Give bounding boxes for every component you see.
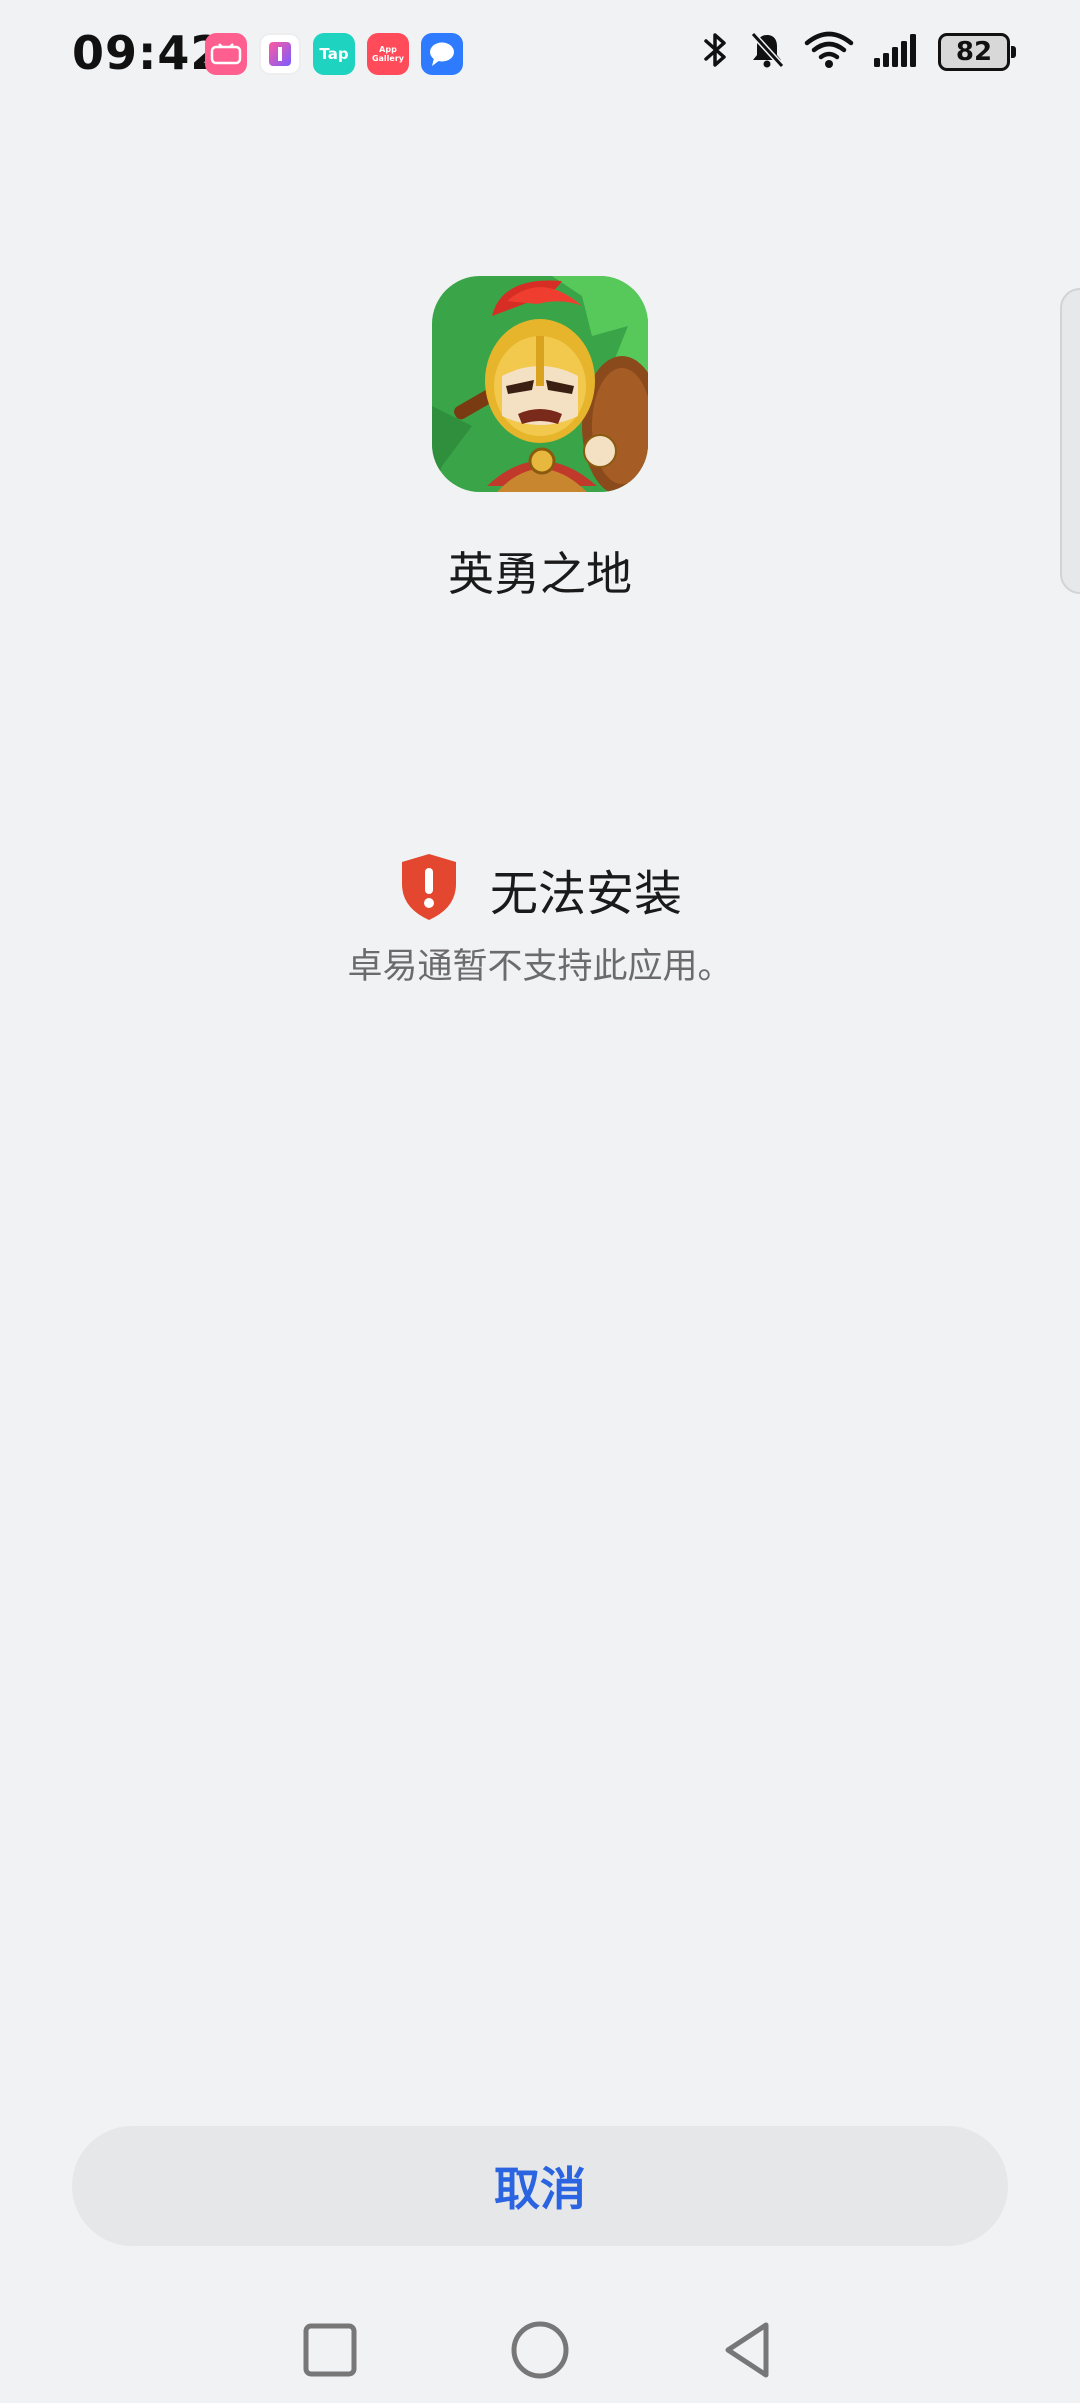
status-bar: 09:42 Tap App Gallery 82 xyxy=(0,0,1080,110)
home-icon[interactable] xyxy=(500,2310,580,2390)
bluetooth-icon xyxy=(702,30,730,74)
battery-indicator: 82 xyxy=(938,33,1016,71)
taptap-icon: Tap xyxy=(313,33,355,75)
warning-shield-icon xyxy=(398,852,460,926)
signal-icon xyxy=(872,32,920,72)
battery-level: 82 xyxy=(955,37,993,67)
error-title: 无法安装 xyxy=(489,866,682,922)
muted-bell-icon xyxy=(748,30,786,74)
app-gallery-icon: App Gallery xyxy=(367,33,409,75)
error-description: 卓易通暂不支持此应用。 xyxy=(347,947,733,987)
cancel-button-label: 取消 xyxy=(494,2162,586,2216)
app-name: 英勇之地 xyxy=(448,547,632,601)
system-icons: 82 xyxy=(702,30,1016,74)
messages-icon xyxy=(421,33,463,75)
notification-icons: Tap App Gallery xyxy=(205,33,463,75)
navigation-bar xyxy=(0,2310,1080,2403)
taptap-label: Tap xyxy=(319,45,349,63)
install-error-header: 无法安装 xyxy=(0,852,1080,926)
recents-icon[interactable] xyxy=(290,2310,370,2390)
ibox-icon xyxy=(259,33,301,75)
cancel-button[interactable]: 取消 xyxy=(72,2126,1008,2246)
wifi-icon xyxy=(804,30,854,74)
back-icon[interactable] xyxy=(708,2310,788,2390)
bilibili-icon xyxy=(205,33,247,75)
app-gallery-label: App Gallery xyxy=(371,45,405,63)
clock: 09:42 xyxy=(72,26,224,80)
spartan-warrior-app-icon xyxy=(432,276,648,492)
